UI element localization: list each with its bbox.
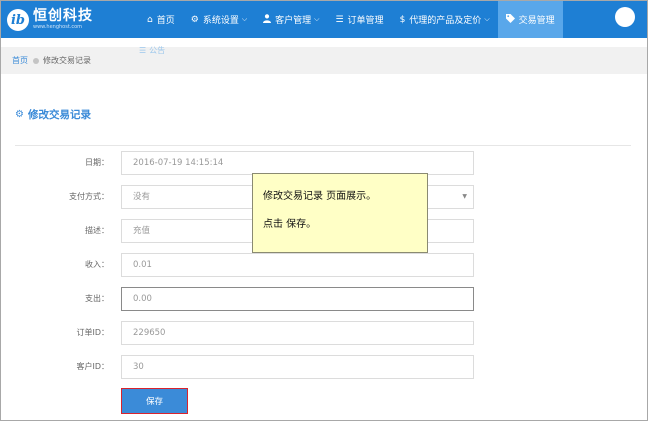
- nav-label: 系统设置: [202, 16, 239, 26]
- form-row-income: 收入： 0.01: [1, 253, 647, 277]
- payment-method-value: 没有: [133, 192, 151, 202]
- page-title-text: 修改交易记录: [27, 109, 91, 121]
- nav-item-customer-management[interactable]: 客户管理 ⌵: [255, 1, 327, 38]
- callout-line-1: 修改交易记录 页面展示。: [263, 191, 377, 202]
- breadcrumb-current: 修改交易记录: [43, 56, 91, 65]
- chevron-down-icon: ⌵: [484, 15, 490, 23]
- expense-label: 支出：: [85, 294, 109, 303]
- payment-method-label: 支付方式：: [69, 192, 109, 201]
- nav-label: 客户管理: [275, 16, 312, 26]
- date-input[interactable]: 2016-07-19 14:15:14: [121, 151, 474, 175]
- income-input[interactable]: 0.01: [121, 253, 474, 277]
- form-row-expense: 支出： 0.00: [1, 287, 647, 311]
- gear-icon: ⚙: [15, 109, 24, 120]
- nav-label: 交易管理: [518, 16, 555, 26]
- date-label: 日期：: [85, 158, 109, 167]
- avatar[interactable]: [615, 7, 635, 27]
- income-label: 收入：: [85, 260, 109, 269]
- nav-item-agent-products[interactable]: $ 代理的产品及定价 ⌵: [392, 1, 498, 38]
- customer-id-input[interactable]: 30: [121, 355, 474, 379]
- chevron-down-icon: ⌵: [241, 15, 248, 23]
- callout-line-2: 点击 保存。: [263, 219, 317, 230]
- app-window: ib 恒创科技 www.henghost.com ⌂ 首页 ⚙ 系统设置 ⌵ 客…: [0, 0, 648, 421]
- save-button-label: 保存: [123, 390, 186, 412]
- list-icon: ☰: [139, 46, 147, 55]
- customer-id-label: 客户ID：: [76, 362, 109, 371]
- logo-text: 恒创科技 www.henghost.com: [33, 9, 93, 31]
- nav-item-system-settings[interactable]: ⚙ 系统设置 ⌵: [183, 1, 255, 38]
- breadcrumb-home-link[interactable]: 首页: [12, 55, 28, 66]
- order-id-input[interactable]: 229650: [121, 321, 474, 345]
- logo-mark: ib: [7, 9, 29, 31]
- nav-label: 代理的产品及定价: [409, 16, 482, 26]
- breadcrumb: 首页 修改交易记录: [1, 47, 647, 74]
- form-row-order-id: 订单ID： 229650: [1, 321, 647, 345]
- main-nav: ⌂ 首页 ⚙ 系统设置 ⌵ 客户管理 ⌵ ☰ 订单管理 $ 代理的产品及定价 ⌵…: [139, 1, 563, 38]
- nav-item-home[interactable]: ⌂ 首页: [139, 1, 183, 38]
- expense-input[interactable]: 0.00: [121, 287, 474, 311]
- nav-label: 首页: [156, 16, 175, 26]
- logo-name: 恒创科技: [33, 8, 93, 24]
- tag-icon: [505, 13, 515, 26]
- description-label: 描述：: [85, 226, 109, 235]
- divider: [15, 145, 631, 146]
- user-icon: [263, 13, 272, 26]
- breadcrumb-separator: [33, 57, 39, 64]
- nav-label: 订单管理: [347, 16, 384, 26]
- gear-icon: ⚙: [190, 14, 199, 25]
- save-button[interactable]: 保存: [121, 388, 188, 414]
- instruction-callout: 修改交易记录 页面展示。 点击 保存。: [252, 173, 428, 253]
- sub-nav-announcement[interactable]: ☰ 公告: [139, 45, 165, 56]
- logo-url: www.henghost.com: [33, 24, 83, 30]
- form-row-customer-id: 客户ID： 30: [1, 355, 647, 379]
- list-icon: ☰: [335, 14, 344, 25]
- logo[interactable]: ib 恒创科技 www.henghost.com: [7, 6, 93, 34]
- top-navbar: ib 恒创科技 www.henghost.com ⌂ 首页 ⚙ 系统设置 ⌵ 客…: [1, 1, 647, 38]
- form-row-date: 日期： 2016-07-19 14:15:14: [1, 151, 647, 175]
- chevron-down-icon: ▼: [462, 193, 467, 200]
- dollar-icon: $: [399, 14, 406, 25]
- nav-item-transaction-management[interactable]: 交易管理: [497, 1, 563, 38]
- nav-item-order-management[interactable]: ☰ 订单管理: [327, 1, 391, 38]
- sub-nav-label: 公告: [149, 46, 166, 55]
- page-title: ⚙ 修改交易记录: [15, 107, 91, 122]
- home-icon: ⌂: [147, 14, 153, 25]
- chevron-down-icon: ⌵: [314, 15, 320, 23]
- order-id-label: 订单ID：: [76, 328, 109, 337]
